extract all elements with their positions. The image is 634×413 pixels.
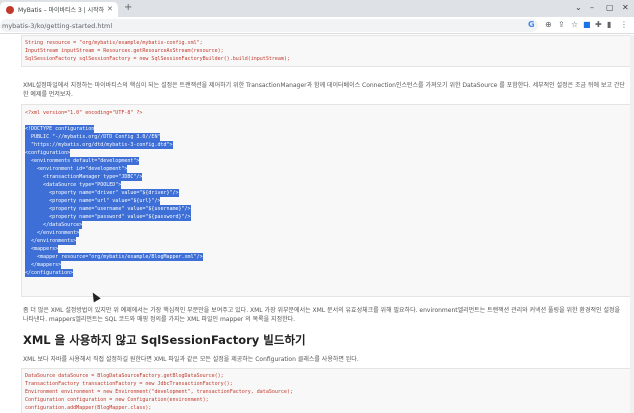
code-line: DataSource dataSource = BlogDataSourceFa… bbox=[25, 373, 224, 379]
paragraph-java-config-intro: XML 보다 자바를 사용해서 직접 설정하길 원한다면 XML 파일과 같은 … bbox=[23, 356, 359, 363]
code-line-selected: </dataSource> bbox=[25, 221, 83, 229]
paragraph-xml-explanation: 좀 더 많은 XML 설정방법이 있지만 위 예제에서는 가장 핵심적인 부분만… bbox=[23, 307, 621, 323]
code-block-xml-config: <?xml version="1.0" encoding="UTF-8" ?> … bbox=[21, 104, 632, 297]
mybatis-favicon-icon bbox=[6, 5, 14, 14]
code-line-selected: <environments default="development"> bbox=[25, 157, 140, 165]
side-panel-icon[interactable]: ▮ bbox=[607, 20, 611, 29]
code-line-selected: <property name="url" value="${url}"/> bbox=[25, 197, 161, 205]
code-line-selected: <dataSource type="POOLED"> bbox=[25, 181, 122, 189]
url-text: mybatis-3/ko/getting-started.html bbox=[2, 22, 113, 30]
code-line-selected: </environment> bbox=[25, 229, 80, 237]
close-tab-icon[interactable]: ✕ bbox=[107, 6, 113, 13]
code-line-selected: <property name="driver" value="${driver}… bbox=[25, 189, 179, 197]
tab-strip: MyBatis – 마이바티스 3 | 시작하기 ✕ + ⌄ – ▢ ✕ bbox=[0, 0, 634, 17]
code-line: SqlSessionFactory sqlSessionFactory = ne… bbox=[25, 56, 290, 62]
code-block-java-environment: DataSource dataSource = BlogDataSourceFa… bbox=[21, 368, 632, 413]
page-scrollbar[interactable] bbox=[630, 35, 634, 413]
minimize-icon[interactable]: – bbox=[590, 3, 594, 12]
code-line: TransactionFactory transactionFactory = … bbox=[25, 381, 233, 387]
browser-tab[interactable]: MyBatis – 마이바티스 3 | 시작하기 ✕ bbox=[0, 2, 118, 17]
code-line: configuration.addMapper(BlogMapper.class… bbox=[25, 405, 152, 411]
code-line: InputStream inputStream = Resources.getR… bbox=[25, 48, 224, 54]
code-line: String resource = "org/mybatis/example/m… bbox=[25, 40, 203, 46]
address-bar: mybatis-3/ko/getting-started.html bbox=[0, 17, 634, 34]
maximize-icon[interactable]: ▢ bbox=[606, 3, 614, 12]
code-line-selected: <environment id="development"> bbox=[25, 165, 128, 173]
new-tab-icon[interactable]: + bbox=[124, 3, 132, 13]
extensions-puzzle-icon[interactable]: ✚ bbox=[595, 20, 602, 29]
url-field[interactable]: mybatis-3/ko/getting-started.html bbox=[0, 19, 538, 32]
code-line-selected: <configuration> bbox=[25, 149, 71, 157]
code-line-selected: <transactionManager type="JDBC"/> bbox=[25, 173, 143, 181]
code-line: <?xml version="1.0" encoding="UTF-8" ?> bbox=[25, 110, 143, 116]
code-line-selected: </configuration> bbox=[25, 269, 74, 277]
code-block-java-config: String resource = "org/mybatis/example/m… bbox=[21, 35, 632, 67]
menu-kebab-icon[interactable]: ⋮ bbox=[620, 20, 628, 29]
code-line-selected: <property name="username" value="${usern… bbox=[25, 205, 191, 213]
code-line-selected: PUBLIC "-//mybatis.org//DTD Config 3.0//… bbox=[25, 133, 161, 141]
code-line-selected: <property name="password" value="${passw… bbox=[25, 213, 191, 221]
page-content: String resource = "org/mybatis/example/m… bbox=[0, 35, 634, 413]
code-line-selected: "https://mybatis.org/dtd/mybatis-3-confi… bbox=[25, 141, 173, 149]
code-line-selected: <mapper resource="org/mybatis/example/Bl… bbox=[25, 253, 203, 261]
extension-icon[interactable]: ■ bbox=[583, 20, 591, 29]
code-line: Environment environment = new Environmen… bbox=[25, 389, 293, 395]
tab-search-icon[interactable]: ⌄ bbox=[575, 3, 582, 12]
google-icon[interactable]: G bbox=[528, 20, 535, 29]
code-line-selected: <!DOCTYPE configuration bbox=[25, 125, 95, 133]
section-heading: XML 을 사용하지 않고 SqlSessionFactory 빌드하기 bbox=[23, 333, 306, 347]
share-icon[interactable]: ⇪ bbox=[558, 20, 565, 29]
close-window-icon[interactable]: ✕ bbox=[622, 3, 629, 12]
bookmark-star-icon[interactable]: ☆ bbox=[571, 20, 578, 29]
code-line-selected: </environments> bbox=[25, 237, 77, 245]
code-line-selected: </mappers> bbox=[25, 261, 62, 269]
code-line-selected: <mappers> bbox=[25, 245, 59, 253]
code-line: Configuration configuration = new Config… bbox=[25, 397, 209, 403]
paragraph-datasource-intro: XML설정파일에서 지정하는 마이바티스의 핵심이 되는 설정은 트랜잭션을 제… bbox=[23, 82, 625, 98]
tab-title: MyBatis – 마이바티스 3 | 시작하기 bbox=[18, 7, 104, 14]
zoom-icon[interactable]: ⊕ bbox=[545, 20, 552, 29]
